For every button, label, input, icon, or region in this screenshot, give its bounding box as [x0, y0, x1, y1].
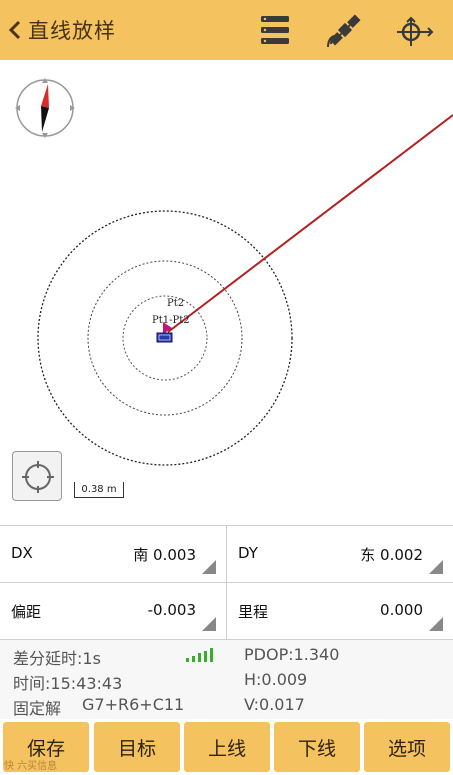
field-mileage[interactable]: 里程 0.000 [226, 583, 453, 640]
previous-line-button[interactable]: 上线 [184, 722, 270, 772]
dropdown-corner-icon [202, 617, 216, 631]
stakeout-point-icon[interactable] [395, 10, 435, 50]
options-button[interactable]: 选项 [364, 722, 450, 772]
signal-strength-icon [186, 648, 213, 662]
watermark-text: 快 六买信息 [4, 761, 58, 772]
top-bar: 直线放样 [0, 0, 453, 60]
satellite-icon[interactable] [325, 10, 365, 50]
point-label-pt1-pt2: Pt1-Pt2 [152, 315, 190, 326]
crosshair-icon [22, 461, 54, 493]
locate-button[interactable] [12, 451, 62, 501]
field-offset-label: 偏距 [11, 603, 42, 621]
compass-icon[interactable] [13, 76, 77, 140]
solution-status-text: 固定解 [13, 699, 62, 718]
stakeout-values-grid: DX 南 0.003 DY 东 0.002 偏距 -0.003 里程 0.000 [0, 525, 453, 640]
scale-bar: 0.38 m [74, 482, 124, 498]
h-precision-text: H:0.009 [244, 670, 308, 689]
bottom-action-bar: 保存 目标 上线 下线 选项 [0, 719, 453, 775]
dropdown-corner-icon [202, 560, 216, 574]
field-mileage-value: 0.000 [380, 601, 423, 619]
diff-delay-text: 差分延时:1s [13, 649, 101, 668]
list-icon[interactable] [255, 10, 295, 50]
pdop-text: PDOP:1.340 [244, 645, 340, 664]
map-view[interactable]: Pt2 Pt1-Pt2 0.38 m [0, 60, 453, 525]
field-offset[interactable]: 偏距 -0.003 [0, 583, 226, 640]
dropdown-corner-icon [429, 617, 443, 631]
v-precision-text: V:0.017 [244, 695, 305, 714]
field-dy[interactable]: DY 东 0.002 [226, 526, 453, 583]
field-dx-label: DX [11, 544, 33, 562]
stakeout-line [167, 114, 453, 333]
page-title: 直线放样 [28, 19, 116, 43]
chevron-left-icon [8, 20, 21, 40]
satellite-count-text: G7+R6+C11 [82, 695, 185, 714]
next-line-button[interactable]: 下线 [274, 722, 360, 772]
field-offset-value: -0.003 [147, 601, 196, 619]
field-dx[interactable]: DX 南 0.003 [0, 526, 226, 583]
field-dx-value: 南 0.003 [133, 546, 196, 564]
time-text: 时间:15:43:43 [13, 674, 123, 693]
field-dy-label: DY [238, 544, 258, 562]
target-button[interactable]: 目标 [94, 722, 180, 772]
gnss-status-panel: 差分延时:1s PDOP:1.340 时间:15:43:43 H:0.009 固… [0, 639, 453, 719]
field-mileage-label: 里程 [238, 603, 269, 621]
field-dy-value: 东 0.002 [360, 546, 423, 564]
point-label-pt2: Pt2 [167, 298, 184, 309]
dropdown-corner-icon [429, 560, 443, 574]
back-button[interactable]: 直线放样 [8, 12, 116, 48]
